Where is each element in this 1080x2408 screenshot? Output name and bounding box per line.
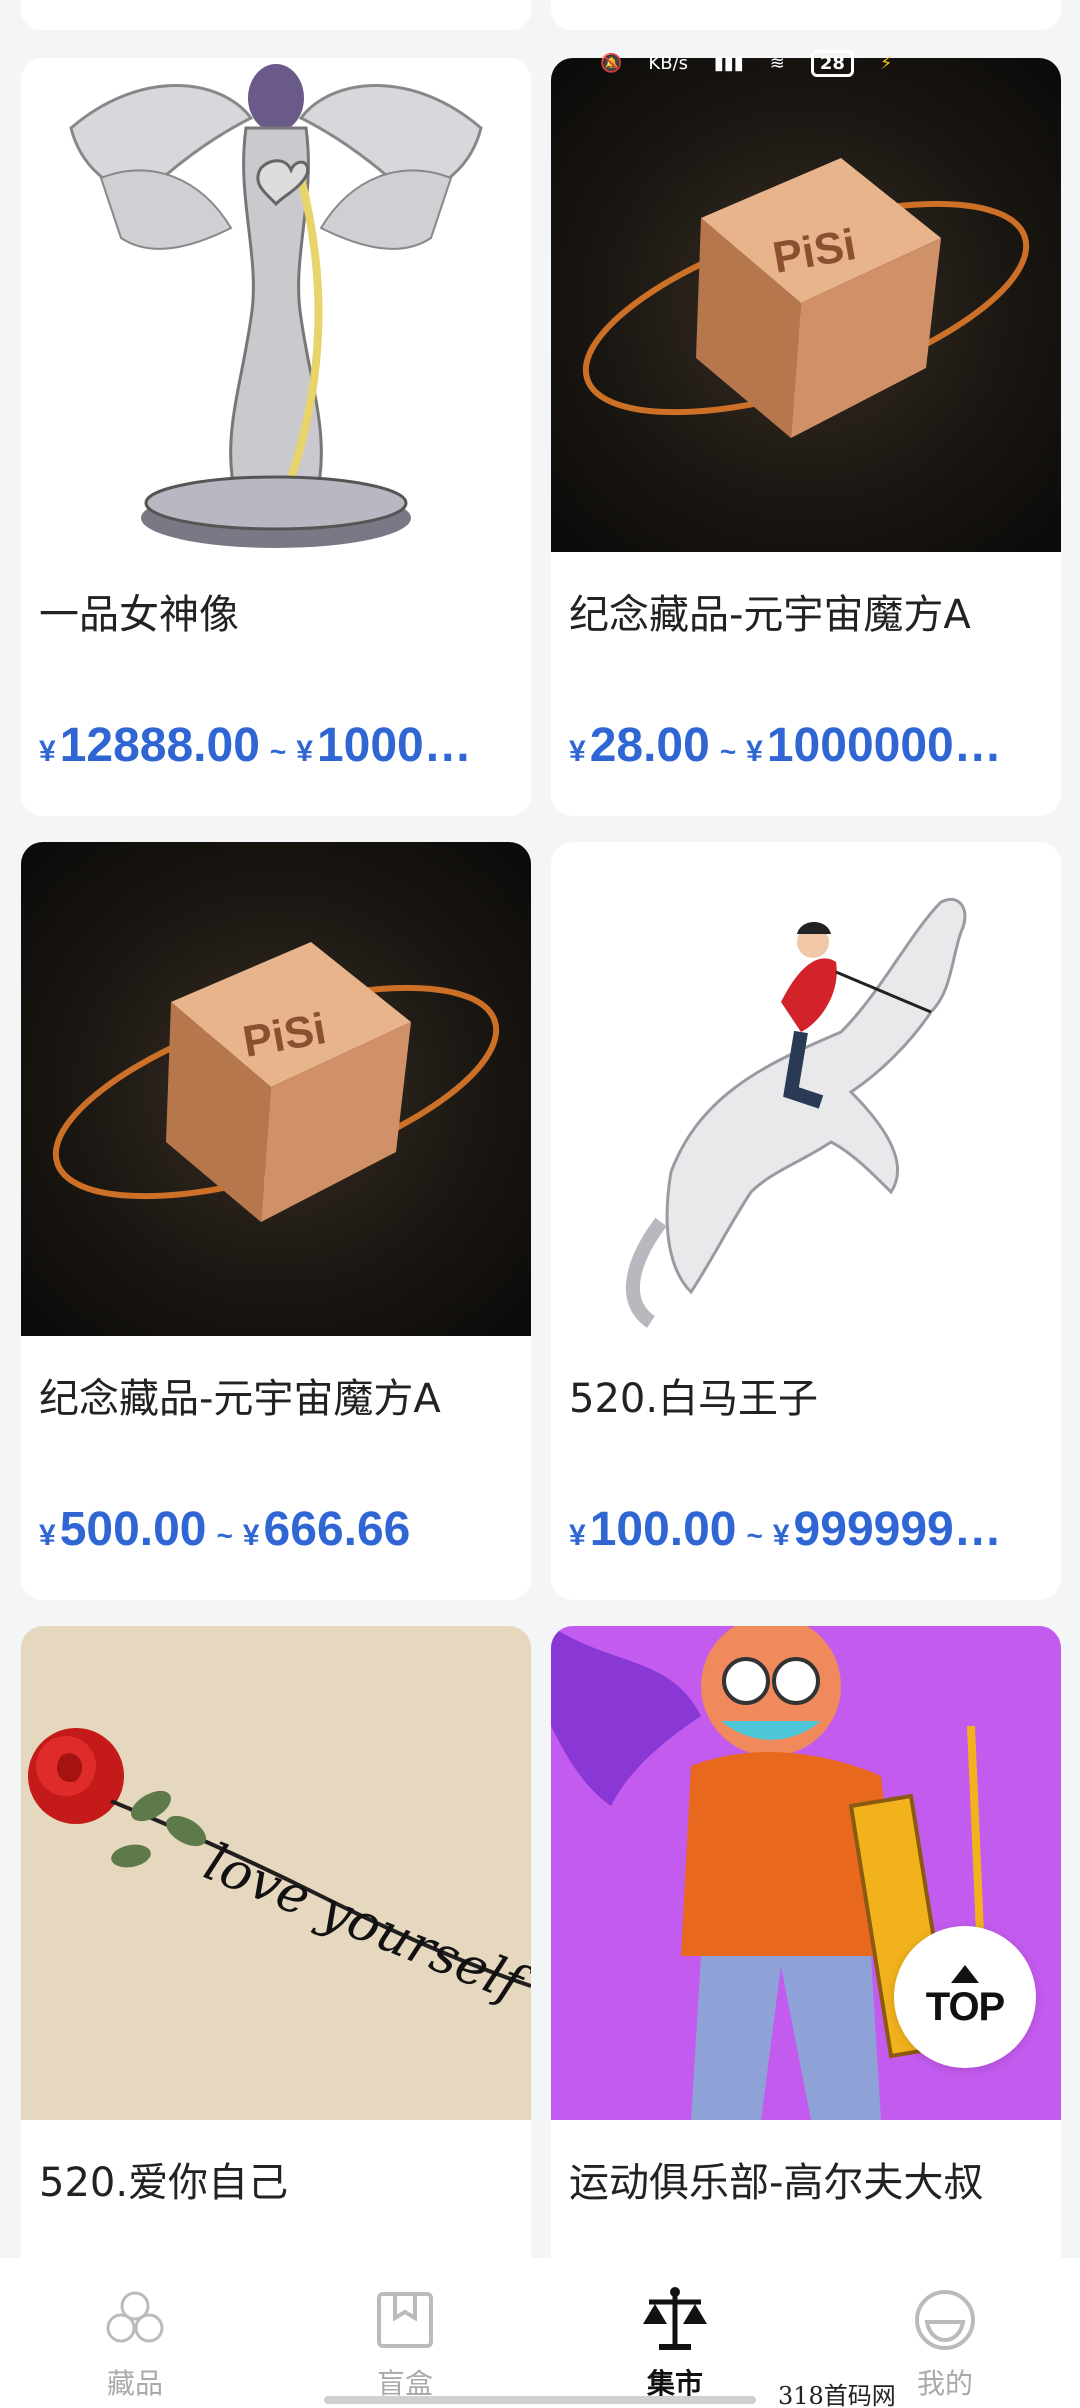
price-max: 999999… [793, 1503, 1002, 1556]
product-image: PiSi [551, 58, 1061, 552]
product-name: 纪念藏品-元宇宙魔方A [39, 1376, 441, 1422]
rose-love-yourself-art: love yourself [28, 1728, 531, 2017]
product-name: 一品女神像 [39, 592, 239, 638]
card-stub [21, 0, 531, 30]
range-separator: ~ [746, 1520, 763, 1551]
product-card[interactable]: 一品女神像 ¥ 12888.00 ~ ¥ 1000… [21, 58, 531, 816]
price-range: ¥ 100.00 ~ ¥ 999999… [569, 1502, 1002, 1557]
home-indicator[interactable] [324, 2396, 756, 2404]
box-icon [377, 2292, 433, 2348]
price-range: ¥ 500.00 ~ ¥ 666.66 [39, 1502, 410, 1557]
battery-level: 28 [810, 49, 854, 77]
white-horse-rider-art [625, 897, 967, 1328]
nav-label: 藏品 [106, 2367, 163, 2400]
range-separator: ~ [269, 736, 287, 767]
scroll-top-button[interactable]: TOP [894, 1926, 1036, 2068]
nav-item-blindbox[interactable]: 盲盒 [305, 2284, 505, 2402]
charging-icon: ⚡ [879, 52, 893, 74]
product-card[interactable]: 520.白马王子 ¥ 100.00 ~ ¥ 999999… [551, 842, 1061, 1600]
currency-symbol: ¥ [569, 735, 586, 768]
price-min: 12888.00 [59, 719, 260, 772]
market-page: 一品女神像 ¥ 12888.00 ~ ¥ 1000… PiSi 纪念藏品-元宇宙… [0, 0, 1080, 2408]
nav-item-collections[interactable]: 藏品 [35, 2284, 235, 2402]
smile-icon [915, 2290, 975, 2350]
bronze-cube-art: PiSi [582, 158, 1030, 438]
product-image: PiSi [21, 842, 531, 1336]
notification-off-icon: 🔕 [600, 52, 623, 74]
price-max: 666.66 [263, 1503, 411, 1556]
price-max: 1000… [316, 719, 472, 772]
price-min: 500.00 [59, 1503, 207, 1556]
currency-symbol: ¥ [772, 1519, 790, 1552]
product-name: 520.爱你自己 [39, 2160, 289, 2206]
art-caption: love yourself [196, 1832, 531, 2017]
range-separator: ~ [216, 1520, 233, 1551]
product-name: 运动俱乐部-高尔夫大叔 [569, 2160, 984, 2206]
nav-item-market[interactable]: 集市 [575, 2284, 775, 2402]
network-speed: KB/s [648, 52, 689, 74]
price-range: ¥ 28.00 ~ ¥ 1000000… [569, 718, 1002, 773]
goddess-statue-art [69, 64, 483, 548]
range-separator: ~ [719, 736, 737, 767]
price-min: 28.00 [589, 719, 710, 772]
currency-symbol: ¥ [296, 735, 313, 768]
product-image: love yourself [21, 1626, 531, 2120]
product-card[interactable]: PiSi 纪念藏品-元宇宙魔方A ¥ 28.00 ~ ¥ 1000000… [551, 58, 1061, 816]
currency-symbol: ¥ [39, 735, 56, 768]
price-range: ¥ 12888.00 ~ ¥ 1000… [39, 718, 472, 773]
currency-symbol: ¥ [746, 735, 763, 768]
watermark: 318首码网 www.E318.com [778, 2382, 896, 2408]
currency-symbol: ¥ [242, 1519, 260, 1552]
product-name: 纪念藏品-元宇宙魔方A [569, 592, 971, 638]
card-stub [551, 0, 1061, 30]
product-image [21, 58, 531, 552]
signal-icon: ▮▮▮ [714, 52, 744, 74]
product-image [551, 842, 1061, 1336]
wifi-icon: ≋ [769, 52, 785, 74]
status-bar: 🔕 KB/s ▮▮▮ ≋ 28 ⚡ [600, 46, 893, 80]
product-card[interactable]: PiSi 纪念藏品-元宇宙魔方A ¥ 500.00 ~ ¥ 666.66 [21, 842, 531, 1600]
bronze-cube-art: PiSi [52, 942, 500, 1222]
price-min: 100.00 [589, 1503, 737, 1556]
currency-symbol: ¥ [569, 1519, 586, 1552]
price-max: 1000000… [766, 719, 1002, 772]
up-arrow-icon [951, 1964, 979, 1983]
currency-symbol: ¥ [39, 1519, 56, 1552]
clover-icon [106, 2291, 164, 2343]
scale-icon [643, 2287, 707, 2350]
product-name: 520.白马王子 [569, 1376, 819, 1422]
scroll-top-label: TOP [925, 1984, 1006, 2029]
